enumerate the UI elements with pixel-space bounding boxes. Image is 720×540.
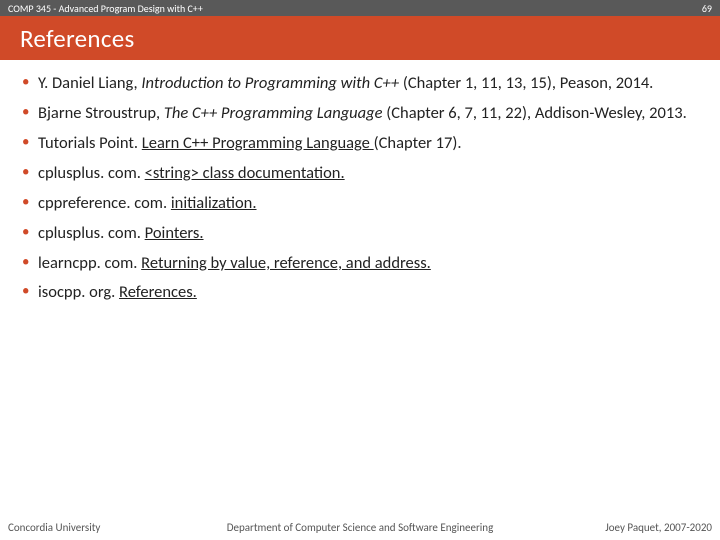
ref-suffix: (Chapter 6, 7, 11, 22), Addison-Wesley, …: [386, 103, 687, 123]
ref-prefix: cppreference. com.: [38, 193, 171, 213]
list-item: learncpp. com. Returning by value, refer…: [20, 252, 700, 276]
ref-link[interactable]: Learn C++ Programming Language: [142, 133, 374, 153]
ref-link[interactable]: Returning by value, reference, and addre…: [141, 253, 431, 273]
footer-right: Joey Paquet, 2007-2020: [605, 521, 712, 534]
ref-link[interactable]: Pointers.: [145, 223, 204, 243]
ref-prefix: cplusplus. com.: [38, 223, 145, 243]
list-item: Tutorials Point. Learn C++ Programming L…: [20, 132, 700, 156]
list-item: cppreference. com. initialization.: [20, 192, 700, 216]
slide-number: 69: [702, 2, 712, 15]
reference-list: Y. Daniel Liang, Introduction to Program…: [20, 72, 700, 305]
ref-link[interactable]: References.: [119, 282, 197, 302]
list-item: cplusplus. com. Pointers.: [20, 222, 700, 246]
list-item: isocpp. org. References.: [20, 281, 700, 305]
slide-title: References: [20, 23, 135, 54]
ref-link[interactable]: <string> class documentation.: [145, 163, 345, 183]
footer-left: Concordia University: [8, 521, 100, 534]
ref-prefix: Tutorials Point.: [38, 133, 142, 153]
slide: COMP 345 - Advanced Program Design with …: [0, 0, 720, 540]
ref-prefix: cplusplus. com.: [38, 163, 145, 183]
ref-italic: Introduction to Programming with C++: [141, 73, 402, 93]
ref-suffix: (Chapter 1, 11, 13, 15), Peason, 2014.: [403, 73, 654, 93]
course-label: COMP 345 - Advanced Program Design with …: [8, 2, 203, 15]
title-bar: References: [0, 16, 720, 60]
ref-link[interactable]: initialization.: [171, 193, 257, 213]
ref-prefix: isocpp. org.: [38, 282, 119, 302]
ref-prefix: Y. Daniel Liang,: [38, 73, 141, 93]
footer: Concordia University Department of Compu…: [0, 518, 720, 540]
ref-italic: The C++ Programming Language: [164, 103, 386, 123]
ref-prefix: Bjarne Stroustrup,: [38, 103, 164, 123]
list-item: Bjarne Stroustrup, The C++ Programming L…: [20, 102, 700, 126]
ref-prefix: learncpp. com.: [38, 253, 141, 273]
top-bar: COMP 345 - Advanced Program Design with …: [0, 0, 720, 16]
list-item: cplusplus. com. <string> class documenta…: [20, 162, 700, 186]
list-item: Y. Daniel Liang, Introduction to Program…: [20, 72, 700, 96]
content-area: Y. Daniel Liang, Introduction to Program…: [20, 72, 700, 311]
ref-suffix: (Chapter 17).: [374, 133, 462, 153]
